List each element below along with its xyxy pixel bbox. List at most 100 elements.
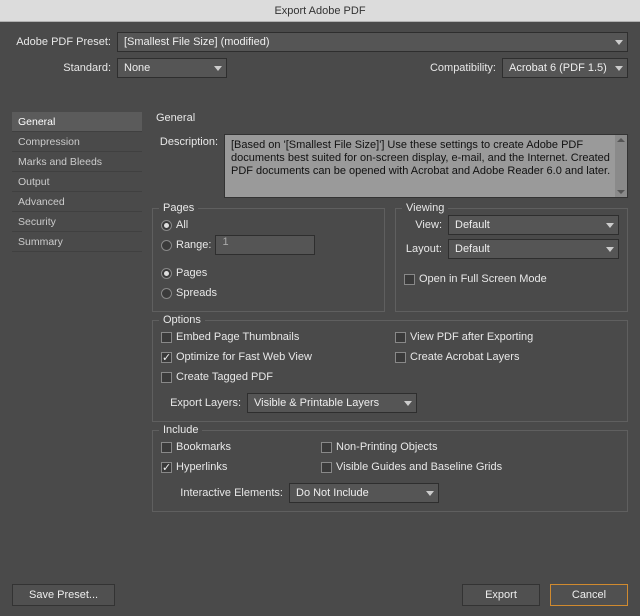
check-hyperlinks-label: Hyperlinks [176,461,227,473]
sidebar-item-compression[interactable]: Compression [12,132,142,152]
check-embed-label: Embed Page Thumbnails [176,331,299,343]
sidebar-item-security[interactable]: Security [12,212,142,232]
bottom-bar: Save Preset... Export Cancel [12,584,628,606]
layout-value: Default [455,243,490,255]
legend-pages: Pages [159,202,198,214]
layout-label: Layout: [404,243,448,255]
fieldset-include: Include Bookmarks Hyperlinks Non-Pri [152,430,628,512]
standard-select[interactable]: None [117,58,227,78]
checkbox-icon [161,462,172,473]
interactive-label: Interactive Elements: [161,487,289,499]
range-input[interactable]: 1 [215,235,315,255]
standard-label: Standard: [12,62,117,74]
radio-pages-label: Pages [176,267,207,279]
check-embed[interactable]: Embed Page Thumbnails [161,327,385,347]
check-bookmarks[interactable]: Bookmarks [161,437,311,457]
save-preset-button[interactable]: Save Preset... [12,584,115,606]
check-nonprint[interactable]: Non-Printing Objects [321,437,619,457]
check-fullscreen-label: Open in Full Screen Mode [419,273,547,285]
radio-range[interactable]: Range: 1 [161,235,376,255]
interactive-value: Do Not Include [296,487,369,499]
scrollbar[interactable] [615,135,627,197]
check-acrobat-layers-label: Create Acrobat Layers [410,351,519,363]
sidebar-item-marks[interactable]: Marks and Bleeds [12,152,142,172]
check-tagged[interactable]: Create Tagged PDF [161,367,385,387]
radio-icon [161,220,172,231]
preset-label: Adobe PDF Preset: [12,36,117,48]
sidebar-item-advanced[interactable]: Advanced [12,192,142,212]
chevron-down-icon [615,66,623,71]
radio-pages[interactable]: Pages [161,263,376,283]
export-layers-select[interactable]: Visible & Printable Layers [247,393,417,413]
check-bookmarks-label: Bookmarks [176,441,231,453]
scroll-up-icon [617,138,625,142]
radio-range-label: Range: [176,239,211,251]
check-hyperlinks[interactable]: Hyperlinks [161,457,311,477]
check-guides[interactable]: Visible Guides and Baseline Grids [321,457,619,477]
cancel-button[interactable]: Cancel [550,584,628,606]
view-value: Default [455,219,490,231]
sidebar-item-output[interactable]: Output [12,172,142,192]
compat-value: Acrobat 6 (PDF 1.5) [509,62,607,74]
chevron-down-icon [214,66,222,71]
checkbox-icon [161,442,172,453]
check-fullscreen[interactable]: Open in Full Screen Mode [404,269,619,289]
export-layers-label: Export Layers: [161,397,247,409]
standard-value: None [124,62,150,74]
radio-icon [161,288,172,299]
legend-viewing: Viewing [402,202,448,214]
checkbox-icon [404,274,415,285]
sidebar-item-general[interactable]: General [12,112,142,132]
checkbox-icon [161,352,172,363]
legend-include: Include [159,424,202,436]
checkbox-icon [395,332,406,343]
view-label: View: [404,219,448,231]
sidebar-item-summary[interactable]: Summary [12,232,142,252]
description-textarea[interactable]: [Based on '[Smallest File Size]'] Use th… [224,134,628,198]
description-label: Description: [152,134,224,198]
check-acrobat-layers[interactable]: Create Acrobat Layers [395,347,619,367]
check-viewafter-label: View PDF after Exporting [410,331,533,343]
layout-select[interactable]: Default [448,239,619,259]
dialog-content: Adobe PDF Preset: [Smallest File Size] (… [0,22,640,616]
preset-value: [Smallest File Size] (modified) [124,36,270,48]
radio-icon [161,268,172,279]
chevron-down-icon [606,247,614,252]
sidebar: General Compression Marks and Bleeds Out… [12,112,142,252]
export-button[interactable]: Export [462,584,540,606]
check-tagged-label: Create Tagged PDF [176,371,273,383]
checkbox-icon [161,332,172,343]
check-optimize[interactable]: Optimize for Fast Web View [161,347,385,367]
checkbox-icon [395,352,406,363]
chevron-down-icon [606,223,614,228]
checkbox-icon [321,442,332,453]
radio-icon [161,240,172,251]
preset-select[interactable]: [Smallest File Size] (modified) [117,32,628,52]
radio-all[interactable]: All [161,215,376,235]
chevron-down-icon [404,401,412,406]
check-guides-label: Visible Guides and Baseline Grids [336,461,502,473]
check-nonprint-label: Non-Printing Objects [336,441,438,453]
panel-general: General Description: [Based on '[Smalles… [152,112,628,572]
titlebar: Export Adobe PDF [0,0,640,22]
description-text: [Based on '[Smallest File Size]'] Use th… [231,139,610,177]
chevron-down-icon [426,491,434,496]
check-optimize-label: Optimize for Fast Web View [176,351,312,363]
fieldset-options: Options Embed Page Thumbnails Optimize f… [152,320,628,422]
export-layers-value: Visible & Printable Layers [254,397,379,409]
view-select[interactable]: Default [448,215,619,235]
fieldset-viewing: Viewing View: Default Layout: Default [395,208,628,312]
compat-label: Compatibility: [430,62,502,74]
checkbox-icon [321,462,332,473]
scroll-down-icon [617,190,625,194]
radio-all-label: All [176,219,188,231]
interactive-select[interactable]: Do Not Include [289,483,439,503]
fieldset-pages: Pages All Range: 1 Pages Spreads [152,208,385,312]
check-viewafter[interactable]: View PDF after Exporting [395,327,619,347]
chevron-down-icon [615,40,623,45]
compat-select[interactable]: Acrobat 6 (PDF 1.5) [502,58,628,78]
checkbox-icon [161,372,172,383]
radio-spreads[interactable]: Spreads [161,283,376,303]
panel-title: General [156,112,628,124]
legend-options: Options [159,314,205,326]
